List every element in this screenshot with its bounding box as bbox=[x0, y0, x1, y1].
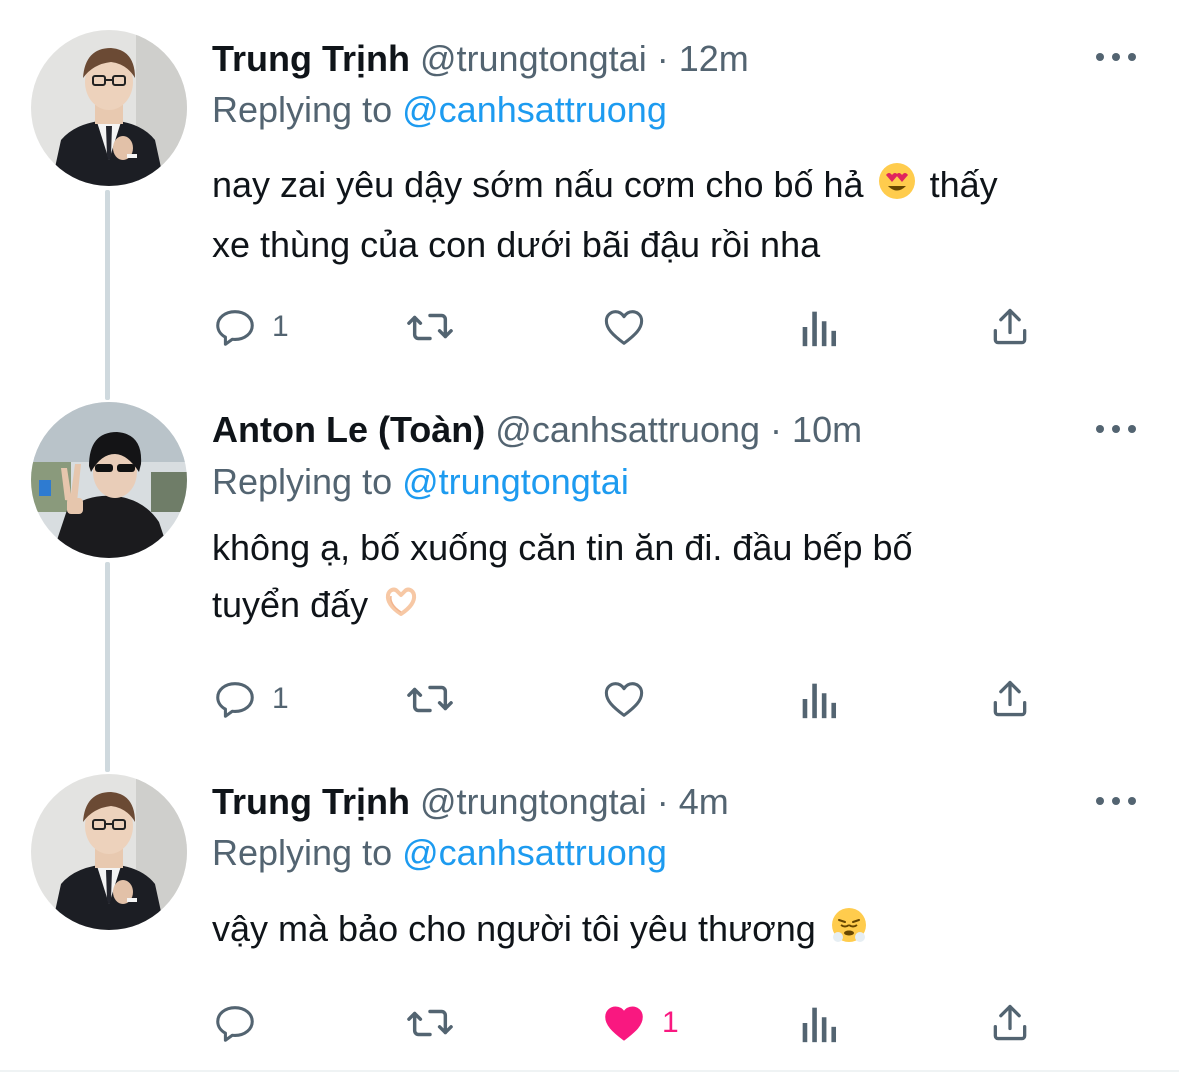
more-options-icon[interactable] bbox=[1096, 793, 1136, 809]
reply-button[interactable] bbox=[212, 998, 272, 1048]
like-button[interactable]: 1 bbox=[600, 998, 679, 1048]
divider bbox=[0, 1070, 1179, 1072]
tweet-actions: 1 bbox=[212, 998, 1042, 1048]
analytics-button[interactable] bbox=[798, 998, 838, 1048]
analytics-icon bbox=[802, 1007, 837, 1043]
avatar[interactable] bbox=[31, 774, 187, 930]
retweet-button[interactable] bbox=[402, 998, 472, 1048]
tweet-text-line: vậy mà bảo cho người tôi yêu thương bbox=[212, 900, 1142, 960]
replying-label: Replying to bbox=[212, 832, 393, 873]
tweet-header: Trung Trịnh @trungtongtai · 4m bbox=[212, 780, 729, 824]
reply-icon bbox=[216, 1006, 254, 1042]
replying-to: Replying to @canhsattruong bbox=[212, 831, 667, 875]
share-icon bbox=[993, 1004, 1027, 1041]
heart-filled-icon bbox=[605, 1006, 643, 1041]
like-count: 1 bbox=[662, 1006, 679, 1039]
steam-nose-emoji bbox=[830, 903, 868, 960]
timestamp[interactable]: 4m bbox=[679, 781, 729, 822]
share-button[interactable] bbox=[988, 998, 1032, 1048]
tweet-thread: Trung Trịnh @trungtongtai · 12m Replying… bbox=[0, 0, 1179, 1077]
separator-dot: · bbox=[656, 781, 669, 822]
retweet-icon bbox=[407, 1009, 453, 1037]
avatar-trung-image bbox=[31, 774, 187, 930]
display-name[interactable]: Trung Trịnh bbox=[212, 781, 410, 822]
user-handle[interactable]: @trungtongtai bbox=[420, 781, 647, 822]
tweet-text: vậy mà bảo cho người tôi yêu thương bbox=[212, 900, 1142, 960]
mention-link[interactable]: @canhsattruong bbox=[402, 832, 667, 873]
tweet[interactable]: Trung Trịnh @trungtongtai · 4m Replying … bbox=[0, 0, 1179, 1070]
